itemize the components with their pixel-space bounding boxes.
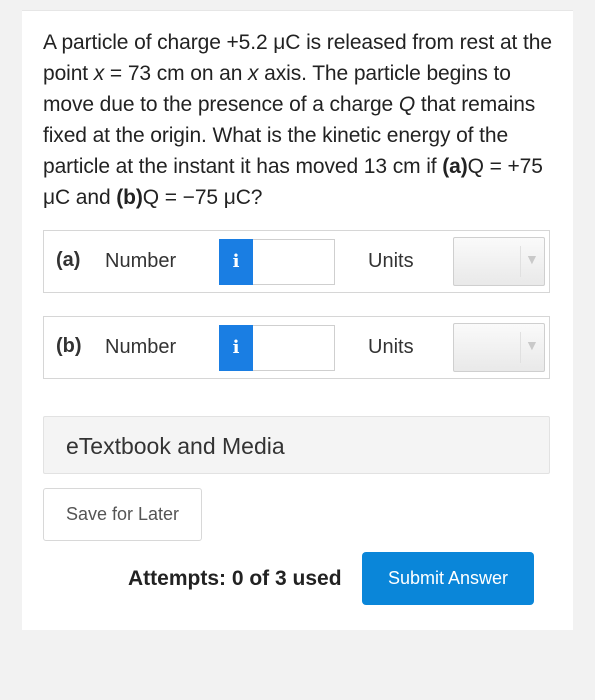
part-label-a: (a) — [56, 249, 81, 271]
number-label-a: Number — [105, 250, 177, 272]
info-icon[interactable]: i — [219, 325, 253, 371]
select-divider — [520, 246, 521, 277]
number-label-b: Number — [105, 336, 177, 358]
units-select-a[interactable]: ▼ — [453, 237, 545, 286]
answer-row-b: (b) Number i Units ▼ — [43, 316, 550, 379]
chevron-down-icon: ▼ — [525, 337, 539, 353]
answer-row-a: (a) Number i Units ▼ — [43, 230, 550, 293]
number-input-b[interactable] — [253, 325, 335, 371]
units-label-a: Units — [368, 250, 414, 272]
etextbook-media-label: eTextbook and Media — [66, 433, 285, 459]
attempts-text: Attempts: 0 of 3 used — [128, 567, 342, 590]
save-for-later-button[interactable]: Save for Later — [43, 488, 202, 541]
select-divider — [520, 332, 521, 363]
number-input-a[interactable] — [253, 239, 335, 285]
chevron-down-icon: ▼ — [525, 251, 539, 267]
part-label-b: (b) — [56, 335, 82, 357]
submit-answer-button[interactable]: Submit Answer — [362, 552, 534, 605]
units-select-b[interactable]: ▼ — [453, 323, 545, 372]
question-card: A particle of charge +5.2 μC is released… — [22, 10, 573, 630]
info-icon[interactable]: i — [219, 239, 253, 285]
question-text: A particle of charge +5.2 μC is released… — [43, 31, 552, 209]
units-label-b: Units — [368, 336, 414, 358]
etextbook-media-panel[interactable]: eTextbook and Media — [43, 416, 550, 474]
